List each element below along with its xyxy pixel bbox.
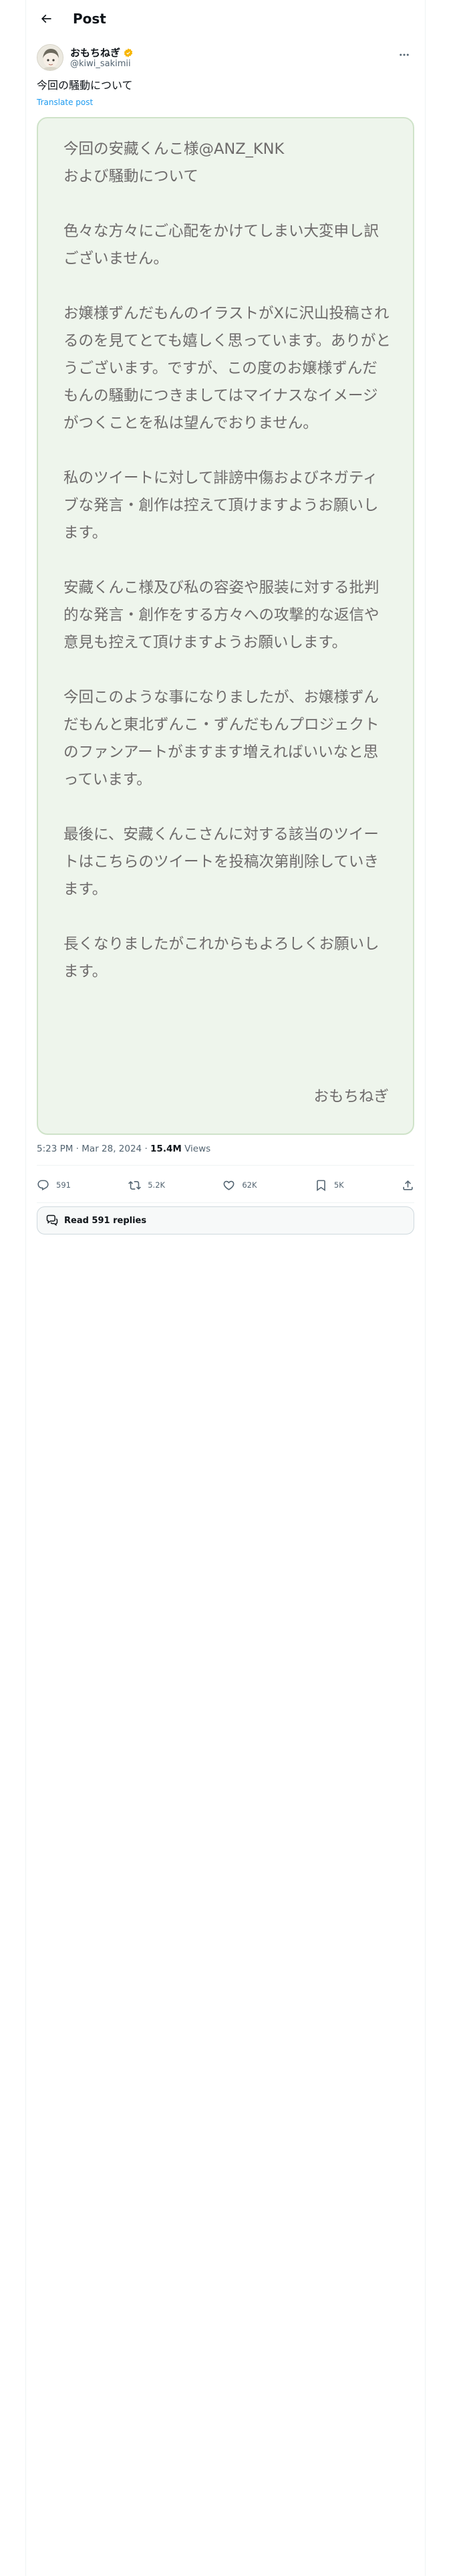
repost-icon [128, 1180, 142, 1190]
page-title: Post [73, 11, 106, 27]
post-author: おもちねぎ @kiwi_sakimii [37, 43, 414, 72]
translate-post-link[interactable]: Translate post [37, 98, 93, 107]
views-count: 15.4M [150, 1144, 182, 1154]
repost-button[interactable]: 5.2K [128, 1179, 165, 1192]
user-handle[interactable]: @kiwi_sakimii [70, 59, 131, 69]
views-label: Views [181, 1144, 211, 1154]
share-button[interactable] [402, 1179, 414, 1192]
reply-button[interactable]: 591 [37, 1179, 71, 1192]
bookmark-count: 5K [333, 1180, 344, 1190]
avatar[interactable] [37, 44, 63, 71]
read-replies-label: Read 591 replies [64, 1215, 147, 1226]
post-image[interactable]: 今回の安藏くんこ様@ANZ_KNK および騒動について 色々な方々にご心配をかけ… [37, 117, 414, 1135]
main-column: Post おもちねぎ @kiwi_sakimii 今回の騒動について Trans… [25, 0, 426, 2576]
heart-icon [223, 1180, 235, 1190]
divider [37, 1165, 414, 1166]
share-icon [403, 1180, 413, 1190]
avatar-illustration-icon [37, 45, 63, 70]
image-notice-text: 今回の安藏くんこ様@ANZ_KNK および騒動について 色々な方々にご心配をかけ… [63, 140, 391, 980]
arrow-left-icon [41, 14, 51, 23]
bookmark-button[interactable]: 5K [315, 1179, 344, 1192]
top-bar: Post [26, 0, 425, 37]
repost-count: 5.2K [148, 1180, 166, 1190]
post-meta: 5:23 PM · Mar 28, 2024 · 15.4M Views [37, 1144, 210, 1154]
read-replies-button[interactable]: Read 591 replies [37, 1206, 414, 1235]
post-text: 今回の騒動について [37, 79, 133, 92]
name-row: おもちねぎ [70, 45, 134, 60]
like-button[interactable]: 62K [222, 1179, 257, 1192]
reply-icon [37, 1180, 49, 1190]
verified-badge-icon[interactable] [123, 47, 134, 58]
reply-count: 591 [56, 1180, 71, 1190]
action-bar: 591 5.2K 62K 5K [37, 1169, 414, 1201]
more-options-button[interactable] [394, 47, 414, 63]
more-dots-icon [400, 53, 409, 56]
like-count: 62K [242, 1180, 257, 1190]
display-name[interactable]: おもちねぎ [70, 45, 120, 60]
back-button[interactable] [34, 7, 58, 31]
post-timestamp[interactable]: 5:23 PM · Mar 28, 2024 · [37, 1144, 150, 1154]
speech-bubbles-icon [46, 1214, 58, 1226]
image-signature: おもちねぎ [313, 1088, 389, 1105]
divider [37, 1202, 414, 1203]
bookmark-icon [316, 1180, 325, 1191]
